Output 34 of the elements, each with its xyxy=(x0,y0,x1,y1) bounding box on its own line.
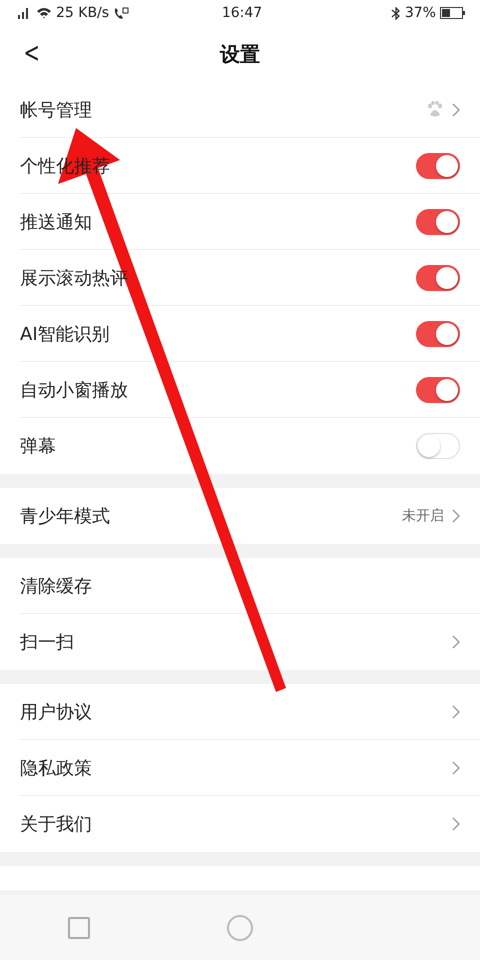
toggle-switch[interactable] xyxy=(416,376,460,402)
setting-label: AI智能识别 xyxy=(20,322,110,346)
chevron-icon[interactable] xyxy=(452,509,460,523)
setting-label: 推送通知 xyxy=(20,210,92,234)
chevron-icon[interactable] xyxy=(452,102,460,116)
toggle-switch[interactable] xyxy=(416,264,460,290)
recents-button[interactable] xyxy=(68,916,90,938)
toggle-switch[interactable] xyxy=(416,152,460,178)
network-speed: 25 KB/s xyxy=(56,5,110,21)
setting-label: 用户协议 xyxy=(20,700,92,724)
setting-value: 未开启 xyxy=(402,507,444,525)
battery-percent: 37% xyxy=(404,5,436,21)
home-button[interactable] xyxy=(226,914,253,940)
chevron-icon[interactable] xyxy=(452,635,460,649)
setting-label: 关于我们 xyxy=(20,813,92,836)
page-title: 设置 xyxy=(220,40,260,68)
setting-label: 帐号管理 xyxy=(20,98,92,122)
toggle-switch[interactable] xyxy=(416,208,460,234)
setting-label: 弹幕 xyxy=(20,435,56,458)
chevron-icon[interactable] xyxy=(452,817,460,831)
phone-icon xyxy=(113,6,130,20)
toggle-switch[interactable] xyxy=(416,320,460,346)
chevron-icon[interactable] xyxy=(452,704,460,718)
back-button[interactable]: < xyxy=(19,36,44,69)
setting-label: 隐私政策 xyxy=(20,756,92,780)
bluetooth-icon xyxy=(390,6,401,20)
wifi-icon xyxy=(36,7,52,19)
battery-icon xyxy=(440,7,466,19)
chevron-icon[interactable] xyxy=(452,760,460,774)
setting-label: 青少年模式 xyxy=(20,505,110,528)
setting-label: 自动小窗播放 xyxy=(20,378,128,402)
clock-time: 16:47 xyxy=(222,5,262,21)
setting-label: 扫一扫 xyxy=(20,631,74,654)
setting-label: 清除缓存 xyxy=(20,574,92,598)
